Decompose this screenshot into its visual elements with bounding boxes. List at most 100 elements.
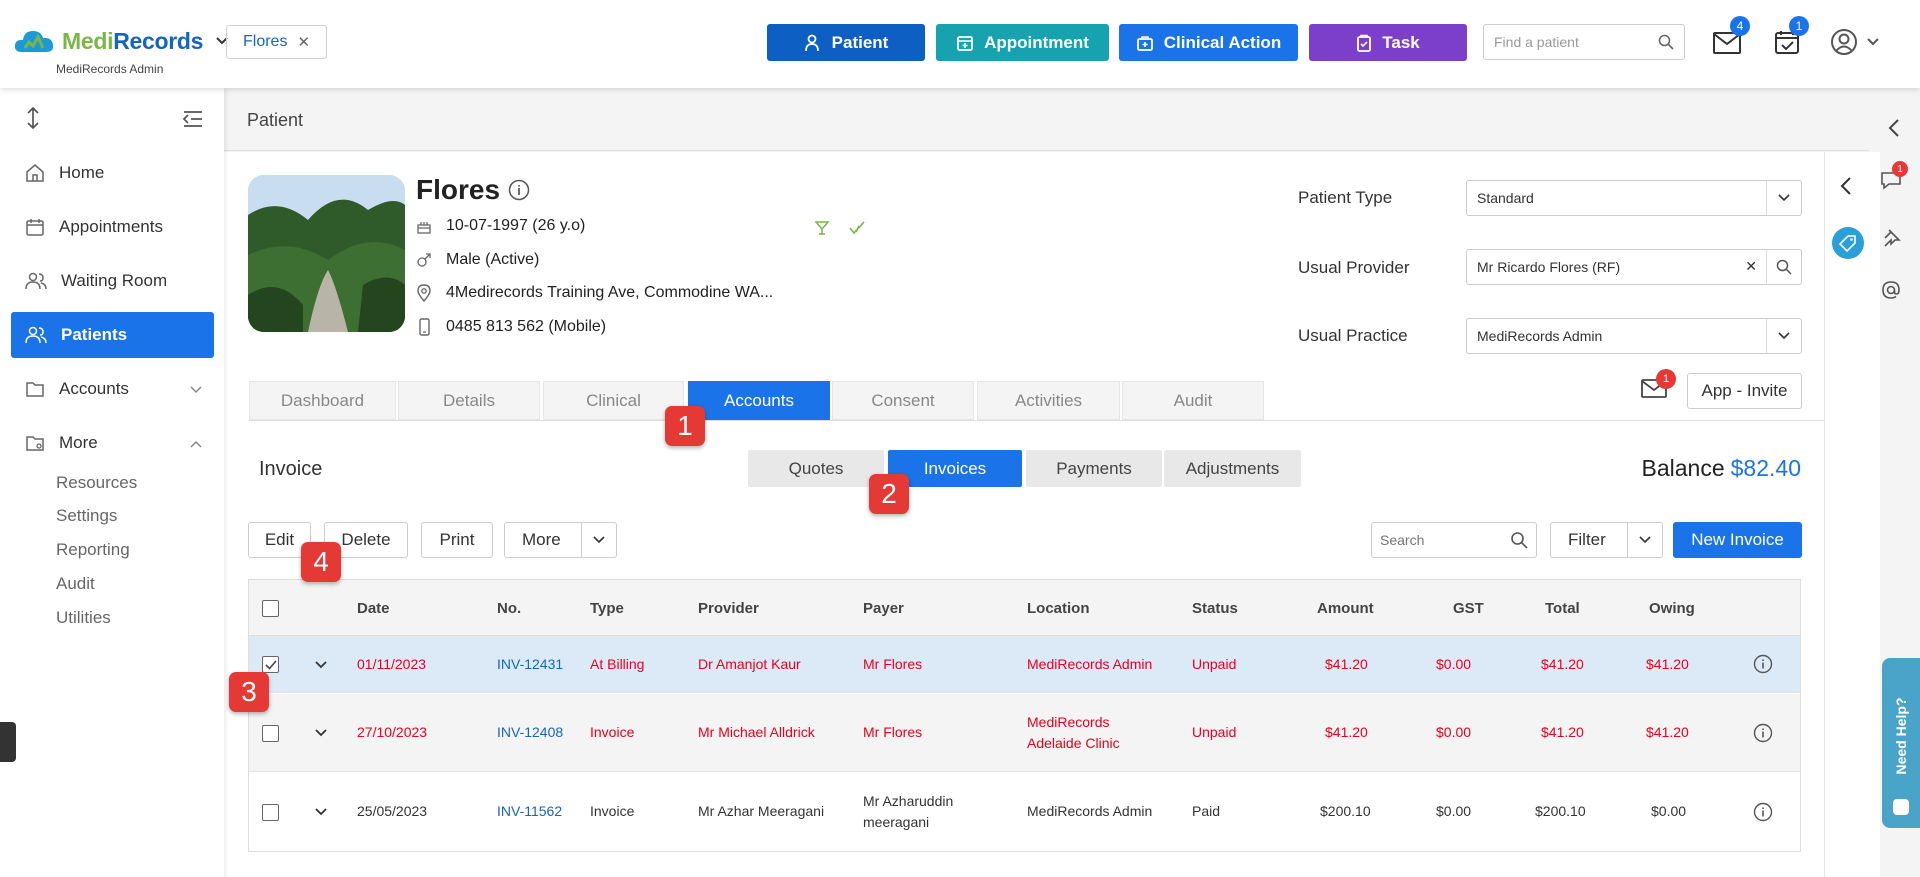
sidebar-sub-audit[interactable]: Audit bbox=[56, 574, 95, 594]
patient-dob-text: 10-07-1997 (26 y.o) bbox=[446, 217, 586, 234]
tag-button[interactable] bbox=[1832, 227, 1864, 259]
new-appointment-button[interactable]: Appointment bbox=[936, 24, 1109, 61]
need-help-tab[interactable]: Need Help? bbox=[1882, 658, 1920, 828]
table-row[interactable]: 27/10/2023 INV-12408 Invoice Mr Michael … bbox=[249, 694, 1800, 772]
app-invite-button[interactable]: App - Invite bbox=[1687, 373, 1802, 409]
drinks-icon[interactable] bbox=[814, 220, 830, 236]
sidebar-item-label: More bbox=[59, 433, 98, 452]
col-status[interactable]: Status bbox=[1192, 600, 1238, 617]
side-drawer-handle[interactable] bbox=[0, 722, 16, 762]
invoice-search-input[interactable] bbox=[1380, 532, 1500, 548]
col-provider[interactable]: Provider bbox=[698, 600, 759, 617]
print-button[interactable]: Print bbox=[421, 522, 493, 558]
col-gst[interactable]: GST bbox=[1453, 600, 1484, 617]
info-icon[interactable] bbox=[1753, 802, 1773, 822]
row-checkbox[interactable] bbox=[262, 804, 279, 821]
clear-icon[interactable]: ✕ bbox=[1745, 258, 1757, 275]
close-icon[interactable]: ✕ bbox=[297, 33, 310, 51]
patient-phone: 0485 813 562 (Mobile) bbox=[416, 318, 606, 336]
cell-invoice-no[interactable]: INV-11562 bbox=[497, 801, 562, 822]
row-checkbox[interactable] bbox=[262, 656, 279, 673]
chevron-down-icon[interactable] bbox=[593, 536, 605, 544]
smoking-status-icon[interactable] bbox=[848, 220, 866, 236]
sidebar-item-more[interactable]: More bbox=[11, 420, 214, 466]
patient-type-value: Standard bbox=[1477, 190, 1534, 206]
search-icon[interactable] bbox=[1658, 34, 1674, 50]
segment-payments[interactable]: Payments bbox=[1026, 450, 1162, 487]
col-no[interactable]: No. bbox=[497, 600, 521, 617]
sidebar-item-home[interactable]: Home bbox=[11, 150, 214, 196]
cell-gst: $0.00 bbox=[1436, 724, 1472, 740]
patient-chip[interactable]: Flores ✕ bbox=[226, 25, 328, 59]
new-task-button[interactable]: Task bbox=[1309, 24, 1467, 61]
chevron-down-icon[interactable] bbox=[315, 661, 327, 669]
clinical-action-button[interactable]: Clinical Action bbox=[1119, 24, 1298, 61]
patient-photo[interactable] bbox=[248, 175, 405, 332]
sidebar-item-accounts[interactable]: Accounts bbox=[11, 366, 214, 412]
sidebar-sub-utilities[interactable]: Utilities bbox=[56, 608, 111, 628]
filter-button[interactable]: Filter bbox=[1550, 522, 1663, 558]
info-icon[interactable] bbox=[1753, 723, 1773, 743]
more-button-label: More bbox=[522, 530, 561, 549]
collapse-sidebar-icon[interactable] bbox=[182, 110, 204, 128]
invite-mail-button[interactable]: 1 bbox=[1640, 369, 1676, 400]
tab-accounts[interactable]: Accounts bbox=[688, 381, 830, 420]
pin-icon[interactable] bbox=[1881, 228, 1901, 248]
invoice-search[interactable] bbox=[1371, 522, 1537, 558]
col-owing[interactable]: Owing bbox=[1649, 600, 1695, 617]
col-type[interactable]: Type bbox=[590, 600, 624, 617]
tasks-button[interactable]: 1 bbox=[1773, 16, 1809, 56]
chevron-left-icon[interactable] bbox=[1840, 176, 1852, 196]
search-icon[interactable] bbox=[1510, 531, 1528, 549]
segment-quotes[interactable]: Quotes bbox=[748, 450, 884, 487]
info-icon[interactable] bbox=[508, 179, 530, 201]
user-menu[interactable] bbox=[1830, 28, 1880, 56]
patient-search-input[interactable] bbox=[1494, 34, 1644, 50]
sidebar-item-waiting-room[interactable]: Waiting Room bbox=[11, 258, 214, 304]
patient-search[interactable] bbox=[1483, 24, 1685, 60]
info-icon[interactable] bbox=[1753, 654, 1773, 674]
sidebar-sub-resources[interactable]: Resources bbox=[56, 473, 137, 493]
cell-invoice-no[interactable]: INV-12408 bbox=[497, 722, 563, 743]
new-patient-button[interactable]: Patient bbox=[767, 24, 925, 61]
chat-button[interactable]: 1 bbox=[1880, 161, 1908, 190]
tab-details[interactable]: Details bbox=[398, 381, 540, 420]
chevron-left-icon[interactable] bbox=[1888, 118, 1900, 138]
messages-button[interactable]: 4 bbox=[1712, 16, 1750, 56]
new-invoice-button[interactable]: New Invoice bbox=[1673, 522, 1802, 558]
sidebar-sub-reporting[interactable]: Reporting bbox=[56, 540, 130, 560]
patient-photo-image bbox=[248, 175, 405, 332]
sidebar-item-appointments[interactable]: Appointments bbox=[11, 204, 214, 250]
col-total[interactable]: Total bbox=[1545, 600, 1580, 617]
sidebar-item-patients[interactable]: Patients bbox=[11, 312, 214, 358]
tab-dashboard[interactable]: Dashboard bbox=[249, 381, 396, 420]
chevron-down-icon[interactable] bbox=[1639, 536, 1651, 544]
col-payer[interactable]: Payer bbox=[863, 600, 904, 617]
chevron-down-icon[interactable] bbox=[315, 729, 327, 737]
tab-clinical[interactable]: Clinical bbox=[543, 381, 684, 420]
step-marker-2: 2 bbox=[869, 474, 909, 514]
table-row[interactable]: 25/05/2023 INV-11562 Invoice Mr Azhar Me… bbox=[249, 773, 1800, 851]
more-button[interactable]: More bbox=[504, 522, 617, 558]
table-row[interactable]: 01/11/2023 INV-12431 At Billing Dr Amanj… bbox=[249, 636, 1800, 693]
col-date[interactable]: Date bbox=[357, 600, 390, 617]
cell-invoice-no[interactable]: INV-12431 bbox=[497, 654, 563, 675]
tab-activities[interactable]: Activities bbox=[977, 381, 1120, 420]
usual-provider-field[interactable]: Mr Ricardo Flores (RF) ✕ bbox=[1466, 249, 1802, 285]
chevron-down-icon[interactable] bbox=[315, 808, 327, 816]
sidebar-sub-settings[interactable]: Settings bbox=[56, 506, 117, 526]
expand-vertical-icon[interactable] bbox=[25, 107, 41, 129]
tab-audit[interactable]: Audit bbox=[1122, 381, 1264, 420]
mention-icon[interactable] bbox=[1881, 280, 1901, 300]
search-icon[interactable] bbox=[1776, 259, 1792, 275]
select-all-checkbox[interactable] bbox=[262, 600, 279, 617]
row-checkbox[interactable] bbox=[262, 725, 279, 742]
segment-adjustments[interactable]: Adjustments bbox=[1164, 450, 1301, 487]
tab-consent[interactable]: Consent bbox=[832, 381, 974, 420]
usual-practice-select[interactable]: MediRecords Admin bbox=[1466, 318, 1802, 354]
medirecords-logo[interactable]: MediRecords bbox=[12, 26, 229, 56]
col-amount[interactable]: Amount bbox=[1317, 600, 1374, 617]
patient-type-select[interactable]: Standard bbox=[1466, 180, 1802, 216]
col-location[interactable]: Location bbox=[1027, 600, 1090, 617]
balance: Balance $82.40 bbox=[1642, 455, 1801, 482]
